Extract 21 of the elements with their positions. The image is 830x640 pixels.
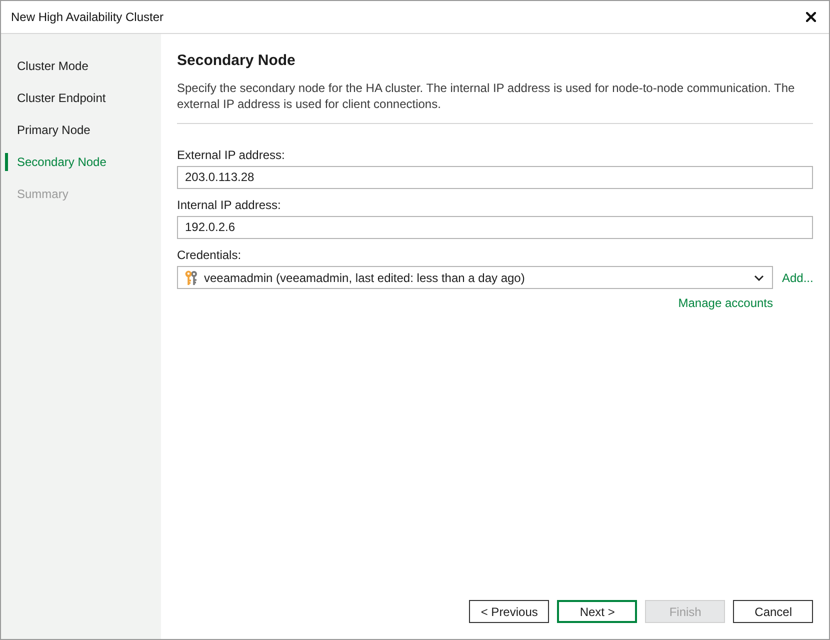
page-title: Secondary Node bbox=[177, 51, 296, 71]
window-title: New High Availability Cluster bbox=[11, 10, 164, 24]
add-link[interactable]: Add... bbox=[782, 270, 814, 284]
wizard-button[interactable]: Cancel bbox=[733, 600, 814, 623]
sidebar-step[interactable]: Cluster Mode bbox=[5, 57, 92, 75]
keys-icon bbox=[184, 270, 200, 286]
sidebar-step[interactable]: Primary Node bbox=[5, 121, 94, 139]
page-description: Specify the secondary node for the HA cluster. The internal IP address is used for node-to-node communication. The external IP address is used for client connections. bbox=[177, 80, 796, 112]
manage-accounts-link[interactable]: Manage accounts bbox=[678, 296, 773, 310]
field-label: Internal IP address: bbox=[177, 197, 282, 213]
close-icon[interactable] bbox=[806, 12, 816, 22]
field-label: Credentials: bbox=[177, 247, 242, 263]
credentials-dropdown[interactable]: veeamadmin (veeamadmin, last edited: less than a day ago) bbox=[177, 266, 773, 289]
sidebar-step[interactable]: Secondary Node bbox=[5, 153, 110, 171]
wizard-button[interactable]: < Previous bbox=[469, 600, 550, 623]
ip-address-field[interactable]: 203.0.113.28 bbox=[177, 166, 814, 189]
ip-address-field[interactable]: 192.0.2.6 bbox=[177, 216, 814, 239]
field-label: External IP address: bbox=[177, 147, 286, 163]
wizard-button[interactable]: Next > bbox=[557, 600, 638, 623]
sidebar-step[interactable]: Cluster Endpoint bbox=[5, 89, 110, 107]
chevron-down-icon bbox=[754, 274, 764, 280]
